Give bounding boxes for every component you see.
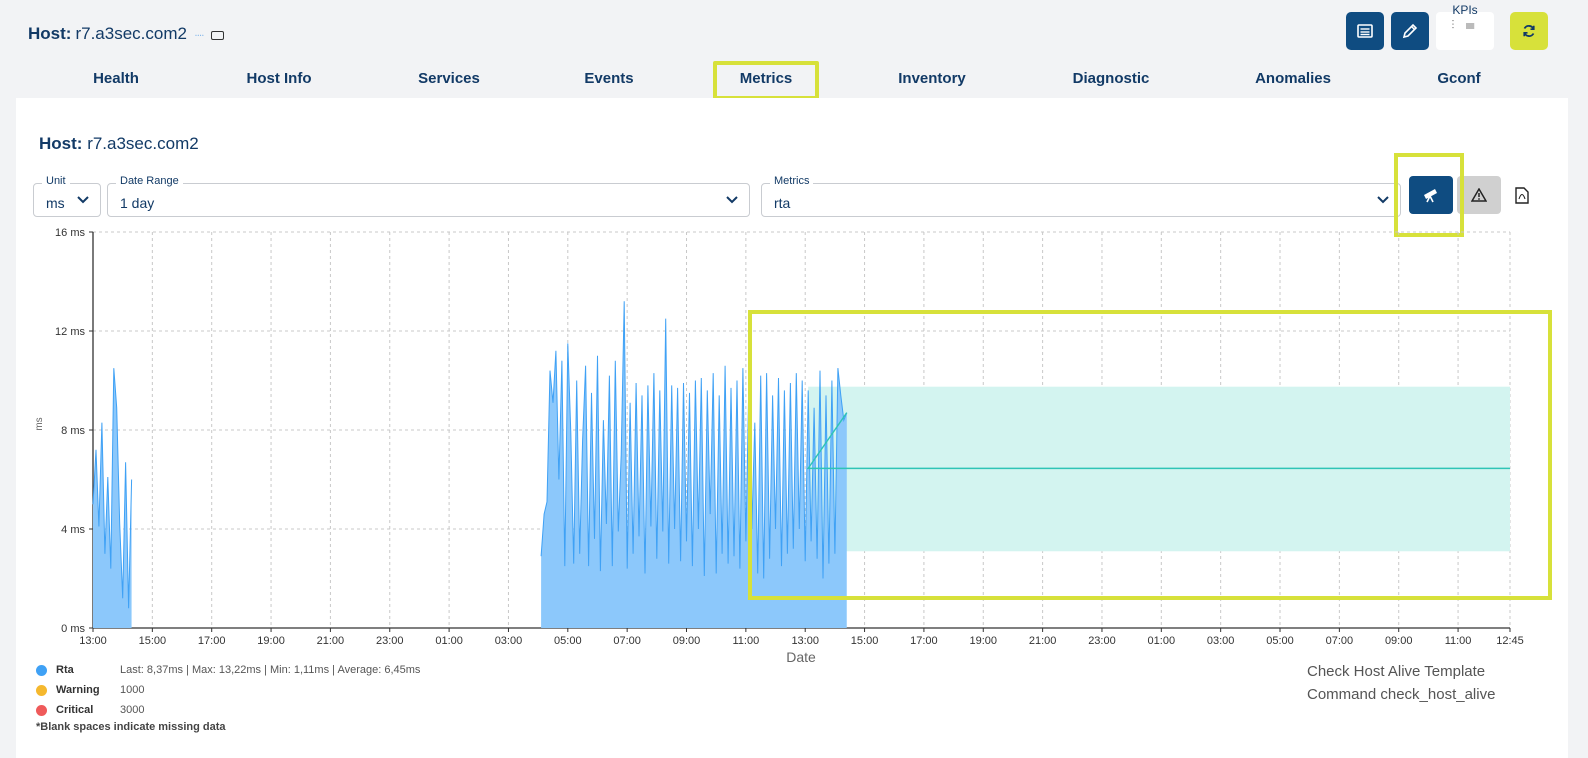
y-tick-label: 4 ms <box>61 524 85 536</box>
legend-rta[interactable]: Rta Last: 8,37ms | Max: 13,22ms | Min: 1… <box>36 660 420 680</box>
legend-warning[interactable]: Warning 1000 <box>36 680 420 700</box>
check-command: Check Host Alive Template Command check_… <box>1307 660 1495 706</box>
x-tick-label: 03:00 <box>1207 635 1235 647</box>
x-tick-label: 13:00 <box>79 635 107 647</box>
x-tick-label: 19:00 <box>969 635 997 647</box>
legend-warning-value: 1000 <box>120 684 145 696</box>
x-tick-label: 07:00 <box>1326 635 1354 647</box>
template-name: Check Host Alive Template <box>1307 663 1486 680</box>
x-tick-label: 07:00 <box>613 635 641 647</box>
x-tick-label: 21:00 <box>1029 635 1057 647</box>
x-tick-label: 03:00 <box>495 635 523 647</box>
missing-data-note: *Blank spaces indicate missing data <box>36 721 226 733</box>
chart-legend: Rta Last: 8,37ms | Max: 13,22ms | Min: 1… <box>36 660 420 733</box>
y-tick-label: 0 ms <box>61 623 85 635</box>
legend-critical[interactable]: Critical 3000 <box>36 700 420 720</box>
x-tick-label: 23:00 <box>376 635 404 647</box>
x-tick-label: 15:00 <box>139 635 167 647</box>
x-tick-label: 09:00 <box>673 635 701 647</box>
x-tick-label: 11:00 <box>732 635 759 647</box>
forecast-highlight <box>748 310 1552 600</box>
y-tick-label: 12 ms <box>55 326 85 338</box>
command-name: Command check_host_alive <box>1307 686 1496 703</box>
x-tick-label: 09:00 <box>1385 635 1413 647</box>
x-tick-label: 12:45 <box>1496 635 1524 647</box>
legend-rta-stats: Last: 8,37ms | Max: 13,22ms | Min: 1,11m… <box>120 664 421 676</box>
x-tick-label: 17:00 <box>198 635 226 647</box>
x-tick-label: 01:00 <box>435 635 463 647</box>
x-tick-label: 15:00 <box>851 635 879 647</box>
x-tick-label: 11:00 <box>1445 635 1472 647</box>
x-tick-label: 17:00 <box>910 635 938 647</box>
legend-critical-label: Critical <box>56 704 94 716</box>
y-tick-label: 16 ms <box>55 227 85 239</box>
x-tick-label: 05:00 <box>554 635 582 647</box>
x-tick-label: 23:00 <box>1088 635 1116 647</box>
rta-dot <box>36 664 47 676</box>
x-tick-label: 01:00 <box>1148 635 1176 647</box>
x-tick-label: 19:00 <box>257 635 285 647</box>
x-tick-label: 05:00 <box>1266 635 1294 647</box>
warning-dot <box>36 684 47 696</box>
x-tick-label: 21:00 <box>317 635 345 647</box>
critical-dot <box>36 704 47 716</box>
y-tick-label: 8 ms <box>61 425 85 437</box>
legend-rta-label: Rta <box>56 664 74 676</box>
legend-critical-value: 3000 <box>120 704 145 716</box>
x-axis-label: Date <box>786 649 816 665</box>
legend-warning-label: Warning <box>56 684 100 696</box>
x-tick-label: 13:00 <box>791 635 819 647</box>
y-axis-label: ms <box>34 417 45 430</box>
